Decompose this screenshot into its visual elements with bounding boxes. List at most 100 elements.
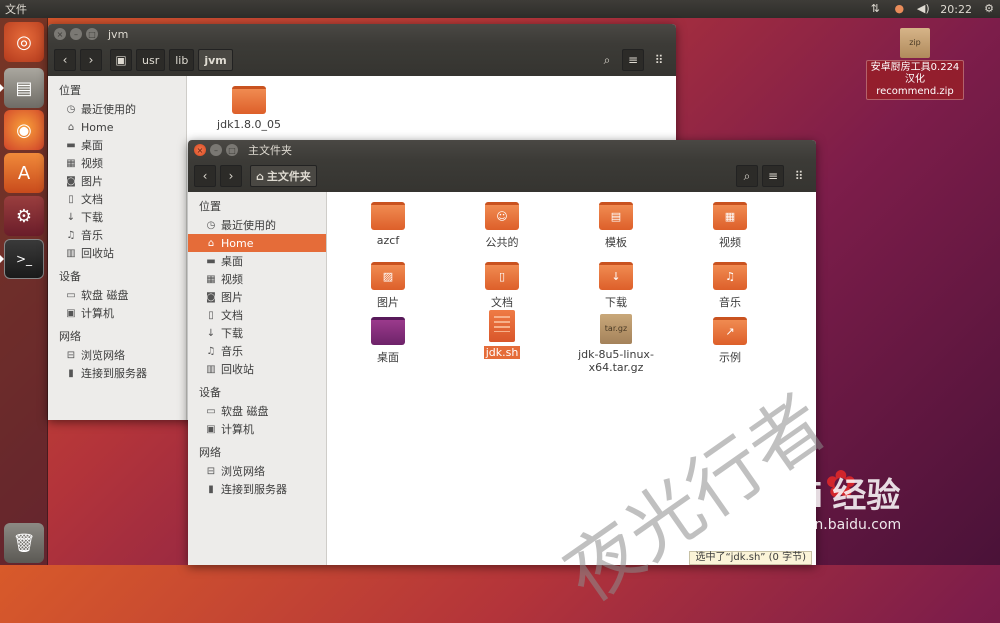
breadcrumb-lib[interactable]: lib [169, 49, 195, 71]
desktop-zip-file[interactable]: zip 安卓厨房工具0.224汉化 recommend.zip [866, 28, 964, 100]
files-icon[interactable]: ▤ [4, 68, 44, 108]
firefox-icon[interactable]: ◉ [4, 110, 44, 150]
folder-item[interactable]: 桌面 [338, 317, 438, 365]
titlebar[interactable]: × – □ 主文件夹 [188, 140, 816, 160]
sidebar-item-downloads[interactable]: ↓ 下载 [188, 324, 326, 342]
breadcrumb-usr[interactable]: usr [136, 49, 166, 71]
download-icon: ↓ [206, 327, 216, 339]
sidebar-item-recent[interactable]: ◷ 最近使用的 [48, 100, 186, 118]
terminal-icon[interactable]: >_ [4, 239, 44, 279]
forward-button[interactable]: › [80, 49, 102, 71]
sidebar-item-connect-server[interactable]: ▮ 连接到服务器 [48, 364, 186, 382]
sidebar-item-pictures[interactable]: ◙ 图片 [188, 288, 326, 306]
sidebar-item-floppy[interactable]: ▭ 软盘 磁盘 [48, 286, 186, 304]
sidebar-item-floppy[interactable]: ▭ 软盘 磁盘 [188, 402, 326, 420]
sidebar-item-home[interactable]: ⌂ Home [188, 234, 326, 252]
file-label: 音乐 [719, 296, 741, 309]
breadcrumb-jvm[interactable]: jvm [198, 49, 233, 71]
disk-root-icon[interactable]: ▣ [110, 49, 132, 71]
music-icon: ♫ [206, 345, 216, 357]
file-label: jdk-8u5-linux-x64.tar.gz [578, 348, 654, 374]
folder-item[interactable]: ▤ 模板 [566, 202, 666, 250]
archive-icon: tar.gz [600, 314, 632, 344]
folder-item[interactable]: azcf [338, 202, 438, 247]
home-icon: ⌂ [256, 169, 264, 183]
file-label: 公共的 [485, 236, 519, 249]
music-icon: ♫ [66, 229, 76, 241]
keyboard-icon[interactable]: ● [892, 2, 906, 16]
sidebar-item-computer[interactable]: ▣ 计算机 [48, 304, 186, 322]
titlebar[interactable]: × – □ jvm [48, 24, 676, 44]
sidebar-item-videos[interactable]: ▦ 视频 [48, 154, 186, 172]
trash-icon[interactable]: 🗑 [4, 523, 44, 563]
forward-button[interactable]: › [220, 165, 242, 187]
sidebar-item-pictures[interactable]: ◙ 图片 [48, 172, 186, 190]
launcher-active-indicator [0, 255, 4, 263]
disk-icon: ▭ [206, 405, 216, 417]
search-icon[interactable]: ⌕ [736, 165, 758, 187]
back-button[interactable]: ‹ [194, 165, 216, 187]
folder-item[interactable]: ▦ 视频 [680, 202, 780, 250]
sidebar-item-browse-network[interactable]: ⊟ 浏览网络 [188, 462, 326, 480]
list-view-icon[interactable]: ≡ [762, 165, 784, 187]
folder-item[interactable]: ▨ 图片 [338, 262, 438, 310]
close-button[interactable]: × [54, 28, 66, 40]
file-item[interactable]: jdk.sh [452, 310, 552, 359]
folder-item[interactable]: ▯ 文档 [452, 262, 552, 310]
sidebar-item-home[interactable]: ⌂ Home [48, 118, 186, 136]
devices-header: 设备 [59, 270, 81, 283]
sidebar-item-label: 图片 [221, 291, 243, 304]
folder-item[interactable]: ↓ 下载 [566, 262, 666, 310]
sidebar-item-downloads[interactable]: ↓ 下载 [48, 208, 186, 226]
sidebar-item-connect-server[interactable]: ▮ 连接到服务器 [188, 480, 326, 498]
close-button[interactable]: × [194, 144, 206, 156]
sidebar-item-computer[interactable]: ▣ 计算机 [188, 420, 326, 438]
maximize-button[interactable]: □ [226, 144, 238, 156]
desktop-folder-icon [371, 317, 405, 345]
sidebar-item-trash[interactable]: ▥ 回收站 [188, 360, 326, 378]
video-icon: ▦ [206, 273, 216, 285]
camera-icon: ◙ [66, 175, 76, 187]
maximize-button[interactable]: □ [86, 28, 98, 40]
devices-header: 设备 [199, 386, 221, 399]
folder-item[interactable]: jdk1.8.0_05 [199, 86, 299, 131]
sidebar-item-label: 音乐 [81, 229, 103, 242]
minimize-button[interactable]: – [210, 144, 222, 156]
software-center-icon[interactable]: A [4, 153, 44, 193]
sidebar-item-desktop[interactable]: ▬ 桌面 [48, 136, 186, 154]
sidebar-item-trash[interactable]: ▥ 回收站 [48, 244, 186, 262]
folder-item[interactable]: ♫ 音乐 [680, 262, 780, 310]
sidebar-item-documents[interactable]: ▯ 文档 [188, 306, 326, 324]
back-button[interactable]: ‹ [54, 49, 76, 71]
sidebar-item-label: 下载 [81, 211, 103, 224]
sidebar-item-music[interactable]: ♫ 音乐 [48, 226, 186, 244]
sidebar-item-desktop[interactable]: ▬ 桌面 [188, 252, 326, 270]
sidebar-item-recent[interactable]: ◷ 最近使用的 [188, 216, 326, 234]
folder-item[interactable]: ↗ 示例 [680, 317, 780, 365]
sidebar-item-music[interactable]: ♫ 音乐 [188, 342, 326, 360]
network-icon[interactable]: ⇅ [868, 2, 882, 16]
home-icon: ⌂ [67, 121, 75, 133]
ubuntu-dash-icon[interactable]: ◎ [4, 22, 44, 62]
sidebar-item-videos[interactable]: ▦ 视频 [188, 270, 326, 288]
network-header: 网络 [59, 330, 81, 343]
grid-view-icon[interactable]: ⠿ [788, 165, 810, 187]
sidebar-item-label: 桌面 [221, 255, 243, 268]
minimize-button[interactable]: – [70, 28, 82, 40]
search-icon[interactable]: ⌕ [596, 49, 618, 71]
clock-icon: ◷ [66, 103, 76, 115]
clock-time[interactable]: 20:22 [940, 3, 972, 16]
sidebar-item-browse-network[interactable]: ⊟ 浏览网络 [48, 346, 186, 364]
list-view-icon[interactable]: ≡ [622, 49, 644, 71]
download-icon: ↓ [66, 211, 76, 223]
volume-icon[interactable]: ◀) [916, 2, 930, 16]
file-item[interactable]: tar.gz jdk-8u5-linux-x64.tar.gz [566, 314, 666, 374]
gear-icon[interactable]: ⚙ [982, 2, 996, 16]
breadcrumb-home[interactable]: ⌂ 主文件夹 [250, 165, 317, 187]
grid-view-icon[interactable]: ⠿ [648, 49, 670, 71]
sidebar-item-label: 桌面 [81, 139, 103, 152]
folder-item[interactable]: ☺ 公共的 [452, 202, 552, 250]
sidebar-item-documents[interactable]: ▯ 文档 [48, 190, 186, 208]
system-settings-icon[interactable]: ⚙ [4, 196, 44, 236]
app-menu-label[interactable]: 文件 [0, 1, 27, 17]
